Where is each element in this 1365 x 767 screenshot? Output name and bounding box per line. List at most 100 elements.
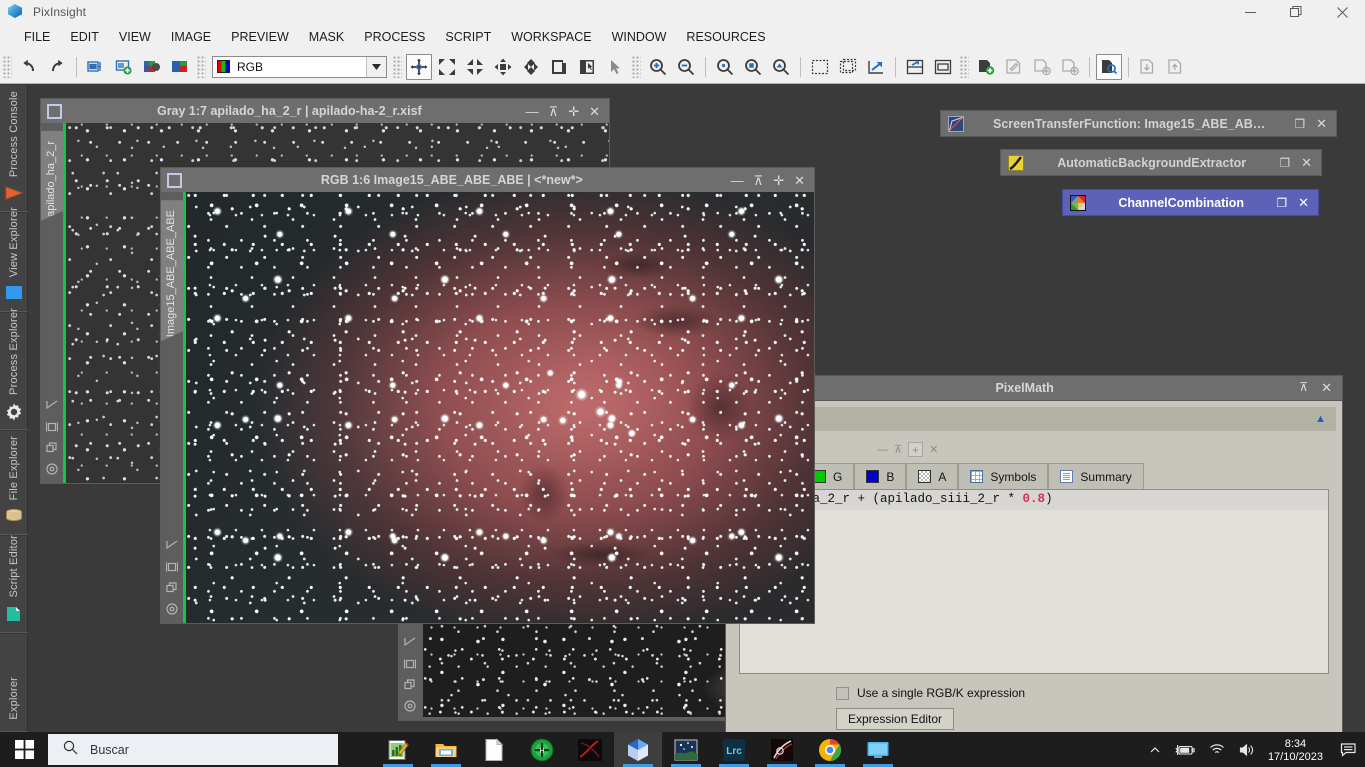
sidebar-item-file-explorer[interactable]: File Explorer (0, 430, 28, 535)
menu-workspace[interactable]: WORKSPACE (501, 24, 601, 50)
sidebar-item-view-explorer[interactable]: View Explorer (0, 207, 28, 312)
new-preview-icon[interactable] (807, 54, 833, 80)
rollup-icon[interactable]: ⊼ (1299, 380, 1308, 396)
undo-icon[interactable] (16, 54, 42, 80)
restore-icon[interactable] (1273, 0, 1319, 24)
minimize-icon[interactable]: — (877, 444, 888, 456)
lightroom-classic-icon[interactable]: Lrc (710, 732, 758, 767)
remote-desktop-icon[interactable] (854, 732, 902, 767)
minimize-icon[interactable]: — (731, 174, 744, 187)
restore-icon[interactable]: ❐ (1279, 156, 1290, 170)
image-window-gray-view-tab[interactable]: apilado_ha_2_r (41, 131, 63, 221)
menu-mask[interactable]: MASK (299, 24, 354, 50)
expression-textarea[interactable]: apilado_ha_2_r + (apilado_siii_2_r * 0.8… (739, 489, 1329, 674)
zoom-collapse-icon[interactable] (462, 54, 488, 80)
pixelmath-titlebar[interactable]: ∞ PixelMath ⊼ ✕ (726, 376, 1342, 401)
close-icon[interactable]: ✕ (1298, 195, 1309, 211)
duplicate-process-icon[interactable] (1057, 54, 1083, 80)
stellarium-icon[interactable] (662, 732, 710, 767)
maximize-icon[interactable]: ✛ (568, 105, 579, 118)
maximize-icon[interactable]: ✛ (773, 174, 784, 187)
action-center-icon[interactable] (1333, 732, 1365, 767)
preview-list-icon[interactable] (835, 54, 861, 80)
notepad-plus-icon[interactable] (374, 732, 422, 767)
zoom-out-icon[interactable] (673, 54, 699, 80)
close-icon[interactable]: ✕ (589, 105, 600, 118)
zoom-fit-icon[interactable] (434, 54, 460, 80)
sidebar-item-process-explorer[interactable]: Process Explorer (0, 308, 28, 430)
zoom-in-icon[interactable] (645, 54, 671, 80)
tab-symbols[interactable]: Symbols (958, 463, 1049, 489)
menu-preview[interactable]: PREVIEW (221, 24, 299, 50)
image-window-mini-tools-3[interactable] (402, 637, 418, 712)
menu-process[interactable]: PROCESS (354, 24, 435, 50)
restore-icon[interactable]: ❐ (1276, 196, 1287, 210)
close-icon[interactable]: ✕ (1316, 116, 1327, 132)
rollup-icon[interactable]: ⊼ (549, 105, 559, 118)
pointer-icon[interactable] (602, 54, 628, 80)
image-window-gray-titlebar[interactable]: Gray 1:7 apilado_ha_2_r | apilado-ha-2_r… (40, 98, 610, 123)
image-window-rgb-view-tab[interactable]: Image15_ABE_ABE_ABE (161, 200, 183, 341)
toolbar-grip-2[interactable] (197, 55, 206, 78)
image-window-rgb-titlebar[interactable]: RGB 1:6 Image15_ABE_ABE_ABE | <*new*> — … (160, 167, 815, 192)
text-document-icon[interactable] (470, 732, 518, 767)
pixelmath-dialog[interactable]: ∞ PixelMath ⊼ ✕ Expressions ▲ — ⊼ + (725, 375, 1343, 761)
rgb-image-icon[interactable] (139, 54, 165, 80)
toolbar-grip-3[interactable] (393, 55, 402, 78)
add-process-icon[interactable] (1029, 54, 1055, 80)
undock-preview-icon[interactable] (863, 54, 889, 80)
image-canvas-rosette-nebula[interactable] (183, 192, 814, 623)
single-rgbk-checkbox[interactable] (836, 686, 849, 700)
tab-a[interactable]: A (906, 463, 959, 489)
tab-summary[interactable]: Summary (1048, 463, 1144, 489)
image-window-gray-mini-tools[interactable] (44, 400, 60, 475)
sidebar-item-script-editor[interactable]: Script Editor (0, 535, 28, 633)
close-icon[interactable]: ✕ (794, 174, 805, 187)
zoom-1-1-icon[interactable] (518, 54, 544, 80)
import-process-icon[interactable] (1135, 54, 1161, 80)
search-input[interactable]: Buscar (48, 734, 338, 765)
google-chrome-icon[interactable] (806, 732, 854, 767)
battery-charging-icon[interactable] (1175, 743, 1195, 757)
color-space-combo[interactable]: RGB (212, 55, 387, 78)
single-rgbk-checkbox-row[interactable]: Use a single RGB/K expression (836, 686, 1025, 700)
maximize-windows-icon[interactable] (930, 54, 956, 80)
new-process-icon[interactable] (973, 54, 999, 80)
close-icon[interactable]: ✕ (1301, 155, 1312, 171)
image-window-rgb-side-tab[interactable]: Image15_ABE_ABE_ABE (161, 192, 183, 623)
tile-windows-icon[interactable] (902, 54, 928, 80)
toolbar-grip-5[interactable] (960, 55, 969, 78)
menu-script[interactable]: SCRIPT (435, 24, 501, 50)
zoom-optimal-icon[interactable] (768, 54, 794, 80)
image-window-side-tab-3[interactable] (399, 611, 423, 720)
redo-icon[interactable] (44, 54, 70, 80)
image-window-gray-side-tab[interactable]: apilado_ha_2_r (41, 123, 63, 483)
edit-process-icon[interactable] (1001, 54, 1027, 80)
toolbar-grip-4[interactable] (632, 55, 641, 78)
sidebar-item-process-console[interactable]: Process Console (0, 84, 28, 212)
process-panel-channelcombination[interactable]: ChannelCombination ❐ ✕ (1062, 189, 1319, 216)
add-icon[interactable]: + (908, 442, 924, 457)
image-window-rgb-body[interactable]: Image15_ABE_ABE_ABE (160, 192, 815, 624)
process-panel-screentransferfunction[interactable]: ScreenTransferFunction: Image15_ABE_AB… … (940, 110, 1337, 137)
minimize-icon[interactable] (1227, 0, 1273, 24)
menu-resources[interactable]: RESOURCES (676, 24, 775, 50)
image-window-rgb[interactable]: RGB 1:6 Image15_ABE_ABE_ABE | <*new*> — … (160, 167, 815, 624)
minimize-icon[interactable]: — (526, 105, 539, 118)
restore-icon[interactable]: ❐ (1294, 117, 1305, 131)
sidebar-item-explorer[interactable]: Explorer (0, 633, 28, 732)
expression-editor-button[interactable]: Expression Editor (836, 708, 955, 730)
clock[interactable]: 8:34 17/10/2023 (1268, 736, 1323, 764)
menu-file[interactable]: FILE (14, 24, 60, 50)
chevron-up-icon[interactable]: ▲ (1315, 413, 1326, 425)
new-image-icon[interactable] (111, 54, 137, 80)
windows-start-icon[interactable] (0, 732, 48, 767)
rollup-icon[interactable]: ⊼ (894, 443, 902, 456)
pan-mode-icon[interactable] (406, 53, 432, 80)
tab-b[interactable]: B (854, 463, 907, 489)
preview-new-icon[interactable] (546, 54, 572, 80)
close-icon[interactable] (1319, 0, 1365, 24)
new-view-icon[interactable] (83, 54, 109, 80)
phd2-guiding-icon[interactable]: H (518, 732, 566, 767)
zoom-fit-view-icon[interactable] (740, 54, 766, 80)
